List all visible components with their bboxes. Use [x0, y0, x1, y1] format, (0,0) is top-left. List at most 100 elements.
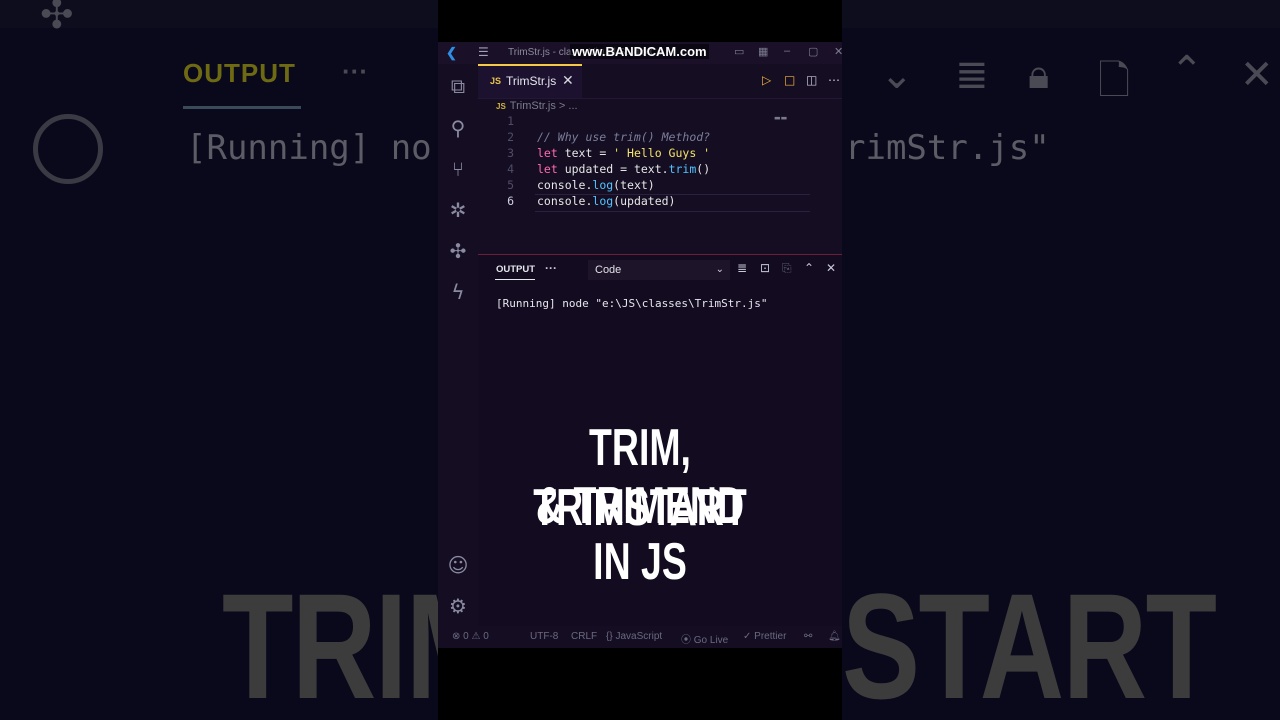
clear-output-icon: ≣	[955, 52, 989, 98]
breadcrumb-separator: >	[558, 100, 566, 112]
background-output-tab: OUTPUT	[183, 58, 296, 88]
background-big-text-right: START	[842, 562, 1217, 720]
file-icon: 🗋	[1098, 58, 1131, 104]
background-running-text: [Running] no	[186, 128, 432, 168]
js-badge-icon: JS	[496, 102, 506, 111]
select-value: Code	[595, 264, 622, 276]
code-text: console.log(updated)	[537, 194, 675, 208]
error-count: 0	[463, 631, 469, 642]
maximize-icon[interactable]: ▢	[808, 45, 818, 58]
code-keyword: let	[537, 146, 558, 160]
more-actions-icon[interactable]: ⋯	[828, 73, 840, 87]
panel-more-icon[interactable]: ···	[545, 261, 557, 275]
line-number: 3	[507, 146, 514, 160]
code-line: 1	[478, 114, 842, 130]
run-icon[interactable]: ▷	[762, 73, 771, 87]
gear-icon[interactable]: ⚙	[446, 594, 470, 618]
end-of-line[interactable]: CRLF	[571, 631, 597, 642]
tab-trimstr[interactable]: JS TrimStr.js ✕	[478, 64, 582, 98]
chevron-down-icon: ⌄	[715, 264, 724, 275]
encoding[interactable]: UTF-8	[530, 631, 558, 642]
files-icon[interactable]: ⧉	[446, 74, 470, 98]
notification-icon[interactable]: 🔔︎	[828, 631, 841, 642]
language-label: JavaScript	[615, 631, 663, 642]
code-line: 5 console.log(text)	[478, 178, 842, 194]
code-editor[interactable]: 1 2 // Why use trim() Method? 3 let text…	[478, 114, 842, 254]
warning-count: 0	[483, 631, 489, 642]
recording-watermark: www.BANDICAM.com	[570, 44, 709, 59]
line-number: 6	[507, 194, 514, 208]
code-string: ' Hello Guys '	[613, 146, 711, 160]
accounts-icon[interactable]: ⚯	[804, 631, 812, 642]
extensions-icon: ✣	[40, 0, 74, 38]
language-mode[interactable]: {} JavaScript	[606, 631, 662, 642]
code-text: let updated = text.trim()	[537, 162, 710, 176]
code-text: console.log(text)	[537, 178, 655, 192]
code-punctuation: (updated)	[613, 194, 676, 208]
code-comment: // Why use trim() Method?	[537, 130, 711, 144]
overlay-title-line2: & TRIMEND	[536, 477, 744, 535]
code-identifier: text =	[557, 146, 614, 160]
line-number: 1	[507, 114, 514, 128]
tab-underline	[495, 279, 535, 280]
go-live-button[interactable]: ⦿ Go Live	[681, 631, 728, 646]
close-tab-icon[interactable]: ✕	[562, 72, 574, 89]
extensions-icon[interactable]: ✣	[446, 239, 470, 263]
code-punctuation: ()	[696, 162, 711, 176]
code-identifier: console.	[537, 194, 593, 208]
code-keyword: let	[537, 162, 558, 176]
line-number: 5	[507, 178, 514, 192]
close-window-icon[interactable]: ✕	[834, 45, 842, 58]
js-badge-icon: JS	[490, 76, 502, 86]
code-identifier: console.	[537, 178, 593, 192]
account-icon[interactable]: ☺	[446, 553, 470, 577]
code-line: 4 let updated = text.trim()	[478, 162, 842, 178]
code-line: 2 // Why use trim() Method?	[478, 130, 842, 146]
clear-output-icon[interactable]: ≣	[737, 261, 747, 275]
video-frame: ❮ ☰ TrimStr.js - cla... - Visual Studio …	[438, 0, 842, 720]
lightning-icon	[33, 114, 103, 184]
line-number: 4	[507, 162, 514, 176]
prettier-label: Prettier	[754, 631, 787, 642]
lightning-icon[interactable]: ϟ	[446, 280, 470, 304]
activity-bar: ⧉ ⚲ ⑂ ✲ ✣ ϟ ☺ ⚙	[438, 64, 478, 648]
background-more-dots: ···	[342, 56, 368, 86]
hamburger-menu-icon[interactable]: ☰	[478, 45, 489, 59]
chevron-down-icon: ⌄	[880, 52, 914, 98]
debug-icon[interactable]: ✲	[446, 198, 470, 222]
code-function: log	[592, 178, 614, 192]
open-log-icon[interactable]: ⎘	[782, 261, 792, 276]
maximize-panel-icon[interactable]: ⌃	[804, 261, 814, 275]
customize-layout-icon[interactable]: ▦	[758, 45, 768, 58]
layout-toggle-icon[interactable]: ▭	[734, 45, 744, 58]
source-control-icon[interactable]: ⑂	[446, 157, 470, 181]
minimize-icon[interactable]: –	[784, 45, 790, 57]
code-line: 3 let text = ' Hello Guys '	[478, 146, 842, 162]
tab-output[interactable]: OUTPUT	[496, 264, 535, 275]
close-panel-icon[interactable]: ✕	[826, 261, 836, 275]
background-tab-underline	[183, 106, 301, 109]
chevron-up-icon: ⌃	[1170, 48, 1204, 94]
prettier-button[interactable]: ✓ Prettier	[743, 631, 786, 642]
editor-tabs: JS TrimStr.js ✕ ▷ □ ◫ ⋯	[478, 64, 842, 99]
code-punctuation: (text)	[613, 178, 655, 192]
breadcrumb-file[interactable]: TrimStr.js	[510, 100, 556, 112]
lock-icon[interactable]: ⊡	[760, 261, 770, 275]
status-bar: ⊗ 0 ⚠ 0 UTF-8 CRLF {} JavaScript ⦿ Go Li…	[438, 626, 842, 648]
split-editor-icon[interactable]: ◫	[806, 73, 817, 87]
tab-label: TrimStr.js	[506, 74, 557, 88]
code-function: log	[592, 194, 614, 208]
stop-icon[interactable]: □	[784, 73, 795, 87]
background-running-text-right: rimStr.js"	[845, 128, 1050, 168]
code-text: let text = ' Hello Guys '	[537, 146, 710, 160]
breadcrumb-rest[interactable]: ...	[568, 100, 577, 112]
problems-indicator[interactable]: ⊗ 0 ⚠ 0	[452, 631, 489, 642]
vscode-logo-icon: ❮	[446, 45, 457, 60]
code-line-current: 6 console.log(updated)	[478, 194, 842, 212]
go-live-label: Go Live	[693, 635, 729, 646]
code-function: trim	[668, 162, 697, 176]
output-channel-select[interactable]: Code ⌄	[588, 260, 730, 280]
close-icon: ✕	[1240, 52, 1274, 98]
line-number: 2	[507, 130, 514, 144]
search-icon[interactable]: ⚲	[446, 116, 470, 140]
